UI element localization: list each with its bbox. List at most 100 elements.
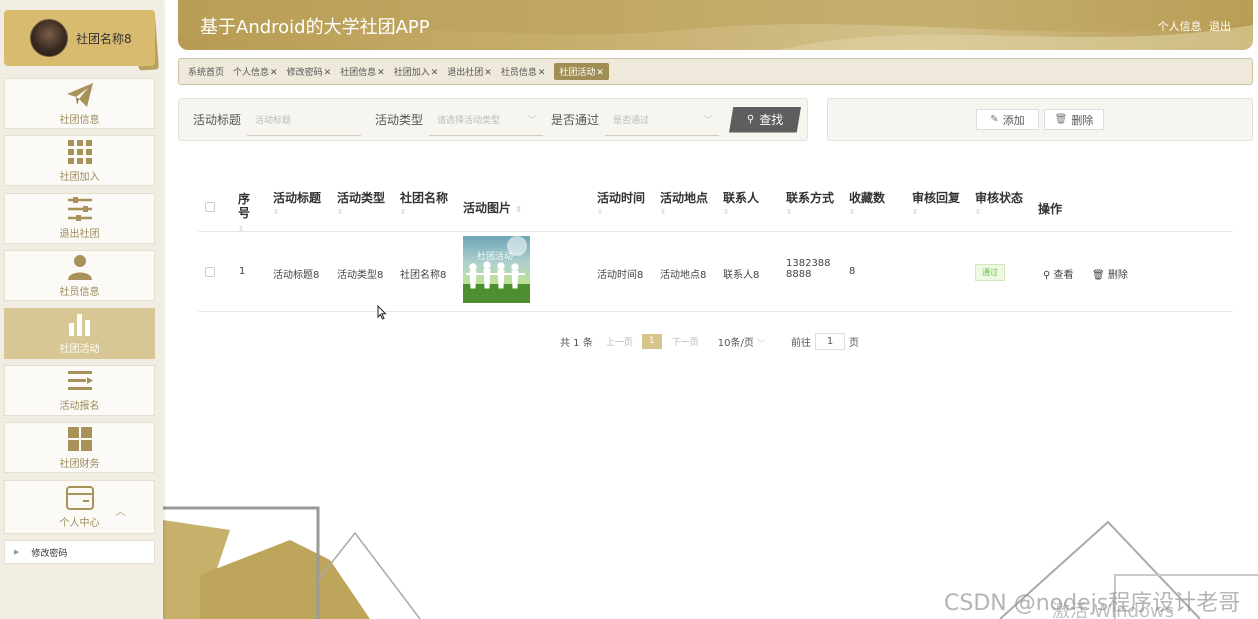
- trash-icon: 🗑: [1092, 270, 1105, 281]
- row-delete-button[interactable]: 🗑 删除: [1092, 266, 1128, 281]
- next-page-button[interactable]: 下一页: [672, 335, 699, 348]
- close-icon[interactable]: ✕: [484, 68, 492, 78]
- add-button[interactable]: ✎ 添加: [976, 109, 1039, 130]
- sort-icon[interactable]: ⇳: [597, 208, 645, 216]
- tab-home[interactable]: 系统首页: [188, 65, 224, 78]
- tab-member-info[interactable]: 社员信息✕: [501, 65, 546, 78]
- sort-icon[interactable]: ⇳: [849, 208, 885, 216]
- pass-filter-select[interactable]: 是否通过 ﹀: [605, 104, 720, 136]
- col-image-label: 活动图片: [463, 201, 512, 215]
- sidebar-item-club-finance[interactable]: 社团财务: [4, 422, 155, 474]
- type-filter-select[interactable]: 请选择活动类型 ﹀: [429, 104, 544, 136]
- title-filter-label: 活动标题: [193, 113, 242, 127]
- submenu-item-change-password[interactable]: ▶ 修改密码: [4, 540, 155, 564]
- profile-card[interactable]: 社团名称8: [4, 10, 155, 66]
- pagination: 共 1 条 上一页 1 下一页 10条/页 ﹀ 前往 1 页: [560, 332, 859, 350]
- view-button[interactable]: ⚲ 查看: [1043, 266, 1074, 281]
- activity-image[interactable]: 社团活动: [463, 236, 530, 303]
- tab-club-activity[interactable]: 社团活动✕: [554, 63, 609, 80]
- row-checkbox[interactable]: [205, 267, 215, 277]
- sliders-icon: [66, 196, 94, 222]
- sidebar-item-club-join[interactable]: 社团加入: [4, 135, 155, 187]
- title-filter-input[interactable]: 活动标题: [247, 104, 362, 136]
- sort-icon[interactable]: ⇳: [912, 208, 960, 216]
- table-row[interactable]: 1 活动标题8 活动类型8 社团名称8 社团活动 活动时间8 活动地点8 联系人…: [198, 232, 1233, 312]
- cell-place: 活动地点8: [660, 270, 707, 281]
- tab-personal-info[interactable]: 个人信息✕: [233, 65, 278, 78]
- col-reply-label: 审核回复: [912, 191, 961, 205]
- tab-label: 修改密码: [286, 68, 323, 78]
- col-club[interactable]: 社团名称 ⇳: [400, 189, 448, 216]
- delete-button[interactable]: 🗑 删除: [1044, 109, 1104, 130]
- col-reply[interactable]: 审核回复 ⇳: [912, 189, 960, 216]
- col-ops: 操作: [1038, 202, 1063, 216]
- prev-page-button[interactable]: 上一页: [606, 335, 633, 348]
- close-icon[interactable]: ✕: [538, 68, 546, 78]
- sidebar-item-club-activity[interactable]: 社团活动: [4, 307, 155, 359]
- sort-icon[interactable]: ⇳: [400, 208, 448, 216]
- current-page[interactable]: 1: [641, 333, 662, 349]
- title-filter-placeholder: 活动标题: [255, 115, 292, 126]
- col-place-label: 活动地点: [660, 191, 709, 205]
- sidebar-menu: 社团信息 社团加入 退出社团 社员信息 社团活动 活动报名 社团财务 个人中心 …: [4, 78, 155, 540]
- sidebar-item-label: 社团信息: [59, 114, 100, 126]
- mouse-cursor-icon: [377, 305, 387, 320]
- col-favorites[interactable]: 收藏数 ⇳: [849, 189, 885, 216]
- submenu-item-label: 修改密码: [31, 548, 68, 559]
- cell-phone: 1382388 8888: [786, 258, 831, 280]
- chevron-down-icon: ﹀: [528, 115, 538, 126]
- col-status[interactable]: 审核状态 ⇳: [975, 189, 1023, 216]
- sidebar-item-label: 社员信息: [59, 286, 100, 298]
- sort-icon[interactable]: ⇳: [975, 208, 1023, 216]
- sidebar-item-club-info[interactable]: 社团信息: [4, 78, 155, 129]
- sidebar-item-quit-club[interactable]: 退出社团: [4, 192, 155, 244]
- sort-icon[interactable]: ⇳: [723, 208, 759, 216]
- page-size-select[interactable]: 10条/页 ﹀: [718, 334, 765, 349]
- tab-club-join[interactable]: 社团加入✕: [394, 65, 439, 78]
- close-icon[interactable]: ✕: [596, 68, 604, 78]
- tab-label: 社团加入: [393, 68, 430, 78]
- tab-change-password[interactable]: 修改密码✕: [287, 65, 332, 78]
- col-time[interactable]: 活动时间 ⇳: [597, 189, 645, 216]
- profile-link[interactable]: 个人信息: [1158, 20, 1202, 33]
- close-icon[interactable]: ✕: [431, 68, 439, 78]
- col-image[interactable]: 活动图片 ⇳: [463, 199, 522, 216]
- delete-button-label: 删除: [1071, 113, 1094, 127]
- sidebar-item-label: 社团加入: [59, 171, 100, 183]
- select-all-checkbox[interactable]: [205, 202, 215, 212]
- col-contact-label: 联系人: [723, 191, 760, 205]
- sidebar-item-personal-center[interactable]: 个人中心 ︿: [4, 479, 155, 534]
- user-icon: [67, 254, 93, 280]
- search-button[interactable]: ⚲ 查找: [729, 106, 802, 133]
- col-contact[interactable]: 联系人 ⇳: [723, 189, 759, 216]
- close-icon[interactable]: ✕: [324, 68, 332, 78]
- goto-page-input[interactable]: 1: [815, 332, 846, 350]
- close-icon[interactable]: ✕: [377, 68, 385, 78]
- action-panel: ✎ 添加 🗑 删除: [827, 98, 1253, 141]
- col-place[interactable]: 活动地点 ⇳: [660, 189, 708, 216]
- col-phone[interactable]: 联系方式 ⇳: [786, 189, 834, 216]
- sort-icon[interactable]: ⇳: [786, 208, 834, 216]
- sort-icon[interactable]: ⇳: [660, 208, 708, 216]
- close-icon[interactable]: ✕: [270, 68, 278, 78]
- logout-link[interactable]: 退出: [1209, 20, 1231, 33]
- sidebar-item-member-info[interactable]: 社员信息: [4, 250, 155, 302]
- tab-quit-club[interactable]: 退出社团✕: [447, 65, 492, 78]
- col-type[interactable]: 活动类型 ⇳: [337, 189, 385, 216]
- profile-name: 社团名称8: [76, 31, 132, 46]
- row-delete-label: 删除: [1107, 270, 1128, 281]
- col-title[interactable]: 活动标题 ⇳: [273, 189, 321, 216]
- col-index-label: 序号: [238, 192, 251, 220]
- sort-icon[interactable]: ⇳: [337, 208, 385, 216]
- sort-icon[interactable]: ⇳: [515, 205, 522, 214]
- pagination-total: 共 1 条: [560, 337, 593, 349]
- paper-plane-icon: [66, 82, 94, 108]
- type-filter-placeholder: 请选择活动类型: [437, 115, 501, 126]
- tab-club-info[interactable]: 社团信息✕: [340, 65, 385, 78]
- sidebar-item-activity-signup[interactable]: 活动报名: [4, 364, 155, 416]
- sort-icon[interactable]: ⇳: [273, 208, 321, 216]
- activity-table: 序号 ⇳ 活动标题 ⇳ 活动类型 ⇳ 社团名称 ⇳ 活动图片 ⇳ 活动时间 ⇳ 活动地点 ⇳…: [198, 180, 1233, 312]
- tab-label: 社团信息: [340, 68, 377, 78]
- chevron-up-icon[interactable]: ︿: [115, 503, 126, 519]
- tab-label: 退出社团: [447, 68, 484, 78]
